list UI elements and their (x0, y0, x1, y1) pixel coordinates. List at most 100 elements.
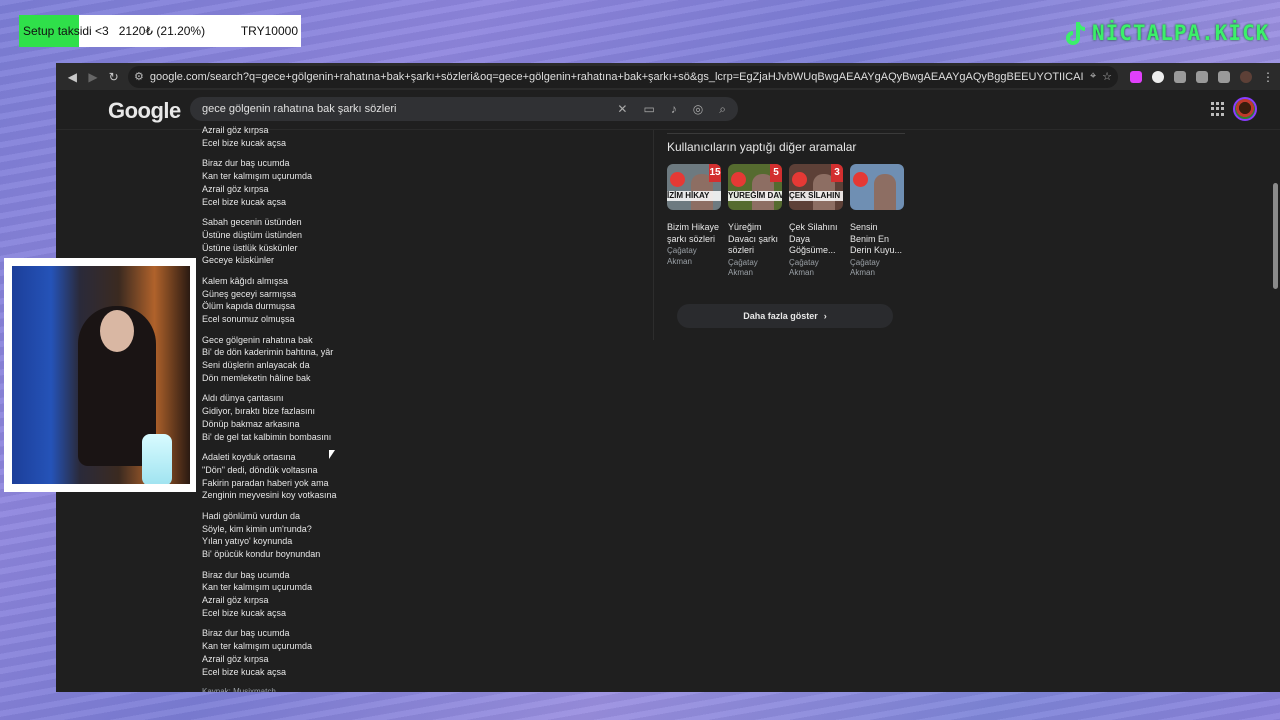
related-search-artist: Çağatay Akman (728, 257, 758, 278)
lyrics-line: Dön memleketin hâline bak (202, 372, 311, 383)
channel-badge-icon (731, 172, 746, 187)
related-search-thumbnail (850, 164, 904, 210)
location-icon[interactable]: ⌖ (1090, 70, 1096, 83)
streamer-face (100, 310, 134, 352)
lyrics-line: Üstüne düştüm üstünden (202, 229, 303, 240)
search-icon[interactable]: ⌕ (719, 102, 726, 117)
lyrics-source[interactable]: Kaynak: Musixmatch (202, 686, 337, 692)
tiktok-note-icon (1066, 22, 1085, 45)
related-searches-list: 15 İZİM HİKAY Bizim Hikaye şarkı sözleri Ça… (667, 164, 917, 279)
back-button[interactable]: ◀ (62, 65, 83, 89)
chevron-right-icon: › (823, 311, 827, 321)
account-avatar[interactable] (1233, 97, 1257, 121)
browser-window: ◀ ▶ ↻ ⚙ google.com/search?q=gece+gölgeni… (56, 63, 1280, 692)
lyrics-line: Biraz dur baş ucumda (202, 158, 290, 169)
browser-menu-icon[interactable]: ⋮ (1262, 70, 1274, 84)
channel-badge-icon (670, 172, 685, 187)
lyrics-line: Fakirin paradan haberi yok ama (202, 477, 329, 488)
search-box[interactable]: gece gölgenin rahatına bak şarkı sözleri… (190, 97, 738, 121)
extensions-toolbar: ⋮ (1130, 70, 1274, 84)
related-search-card[interactable]: 3 ÇEK SİLAHIN Çek Silahını Daya Göğsüme...… (789, 164, 843, 279)
extension-icon[interactable] (1130, 70, 1143, 83)
lyrics-line: Üstüne üstlük küskünler (202, 242, 298, 253)
show-more-button[interactable]: Daha fazla göster › (677, 304, 893, 328)
related-search-thumbnail: 5 YÜREĞİM DAV (728, 164, 782, 210)
profile-icon[interactable] (1240, 70, 1253, 83)
bookmark-star-icon[interactable]: ☆ (1102, 70, 1112, 83)
lyrics-line: Kalem kâğıdı almışsa (202, 275, 289, 286)
lyrics-line: Ölüm kapıda durmuşsa (202, 301, 296, 312)
related-search-card[interactable]: Sensin Benim En Derin Kuyu... Çağatay Akm… (850, 164, 904, 279)
streamer-brand-name: NİCTALPA.KİCK (1092, 21, 1270, 45)
lyrics-line: Güneş geceyi sarmışsa (202, 288, 297, 299)
lyrics-line: Kan ter kalmışım uçurumda (202, 582, 313, 593)
section-divider (667, 133, 905, 134)
lyrics-line: "Dön" dedi, döndük voltasına (202, 464, 318, 475)
lyrics-line: Geceye küskünler (202, 255, 275, 266)
related-search-artist: Çağatay Akman (789, 257, 819, 278)
donation-goal-bar: Setup taksidi <3 2120₺ (21.20%) TRY10000 (19, 15, 301, 47)
lyrics-line: Bi' öpücük kondur boynundan (202, 549, 321, 560)
webcam-overlay (4, 258, 196, 492)
webcam-feed (12, 266, 190, 484)
lyrics-stanza: Kalem kâğıdı almışsa Güneş geceyi sarmışs… (202, 275, 337, 326)
lyrics-line: Ecel sonumuz olmuşsa (202, 314, 295, 325)
lyrics-line: Azrail göz kırpsa (202, 654, 269, 665)
related-searches-panel: Kullanıcıların yaptığı diğer aramalar 15… (667, 133, 917, 328)
thumbnail-number: 15 (709, 164, 721, 182)
lyrics-line: Azrail göz kırpsa (202, 125, 269, 135)
lens-icon[interactable]: ◎ (693, 102, 703, 116)
related-search-card[interactable]: 15 İZİM HİKAY Bizim Hikaye şarkı sözleri Ça… (667, 164, 721, 279)
lyrics-stanza: Biraz dur baş ucumda Kan ter kalmışım uçu… (202, 627, 337, 678)
lyrics-line: Gidiyor, bıraktı bize fazlasını (202, 406, 316, 417)
lyrics-line: Sabah gecenin üstünden (202, 216, 302, 227)
lyrics-stanza: Adaleti koyduk ortasına "Dön" dedi, döndü… (202, 451, 337, 502)
google-apps-icon[interactable] (1211, 102, 1225, 116)
column-divider (653, 130, 654, 340)
lyrics-line: Ecel bize kucak açsa (202, 137, 287, 148)
mouse-cursor (329, 450, 335, 459)
keyboard-icon[interactable]: ▭ (643, 102, 654, 116)
lyrics-line: Gece gölgenin rahatına bak (202, 334, 313, 345)
lyrics-line: Adaleti koyduk ortasına (202, 452, 296, 463)
lyrics-line: Yılan yatıyo' koynunda (202, 536, 293, 547)
related-search-card[interactable]: 5 YÜREĞİM DAV Yüreğim Davacı şarkı sözleri… (728, 164, 782, 279)
lyrics-line: Biraz dur baş ucumda (202, 628, 290, 639)
extension-icon[interactable] (1174, 70, 1187, 83)
lyrics-stanza: Biraz dur baş ucumda Kan ter kalmışım uçu… (202, 157, 337, 208)
show-more-label: Daha fazla göster (743, 311, 818, 321)
extensions-puzzle-icon[interactable] (1196, 70, 1209, 83)
lyrics-line: Kan ter kalmışım uçurumda (202, 170, 313, 181)
address-bar-row: ◀ ▶ ↻ ⚙ google.com/search?q=gece+gölgeni… (56, 63, 1280, 90)
reload-button[interactable]: ↻ (103, 65, 124, 89)
related-searches-title: Kullanıcıların yaptığı diğer aramalar (667, 140, 857, 154)
lyrics-line: Ecel bize kucak açsa (202, 666, 287, 677)
related-search-thumbnail: 15 İZİM HİKAY (667, 164, 721, 210)
related-search-title: Yüreğim Davacı şarkı sözleri (728, 222, 779, 255)
site-info-icon[interactable]: ⚙ (134, 70, 144, 83)
lyrics-stanza: Biraz dur baş ucumda Kan ter kalmışım uçu… (202, 569, 337, 620)
url-field[interactable]: ⚙ google.com/search?q=gece+gölgenin+raha… (128, 65, 1119, 88)
related-search-artist: Çağatay Akman (667, 246, 697, 266)
media-control-icon[interactable] (1218, 70, 1231, 83)
page-scrollbar[interactable] (1273, 183, 1278, 289)
thumbnail-text: İZİM HİKAY (667, 191, 721, 201)
related-search-title: Bizim Hikaye şarkı sözleri (667, 222, 720, 244)
thumbnail-text: ÇEK SİLAHIN (789, 191, 843, 201)
search-query[interactable]: gece gölgenin rahatına bak şarkı sözleri (202, 103, 617, 115)
lyrics-stanza: Sabah gecenin üstünden Üstüne düştüm üstü… (202, 216, 337, 267)
mic-icon[interactable]: ♪ (671, 102, 677, 116)
lyrics-line: Ecel bize kucak açsa (202, 196, 287, 207)
lyrics-line: Kan ter kalmışım uçurumda (202, 641, 313, 652)
lyrics-panel: Azrail göz kırpsa Ecel bize kucak açsa Bir… (202, 124, 337, 692)
donation-goal-label: Setup taksidi <3 (23, 24, 109, 38)
donation-amount: 2120₺ (21.20%) (118, 24, 206, 38)
forward-button[interactable]: ▶ (83, 65, 104, 89)
channel-badge-icon (853, 172, 868, 187)
lyrics-line: Dönüp bakmaz arkasına (202, 418, 300, 429)
lyrics-line: Ecel bize kucak açsa (202, 608, 287, 619)
clear-icon[interactable]: ✕ (617, 102, 627, 116)
lyrics-line: Bi' de gel tat kalbimin bombasını (202, 431, 332, 442)
extension-icon[interactable] (1152, 70, 1165, 83)
google-logo[interactable]: Google (108, 98, 181, 124)
